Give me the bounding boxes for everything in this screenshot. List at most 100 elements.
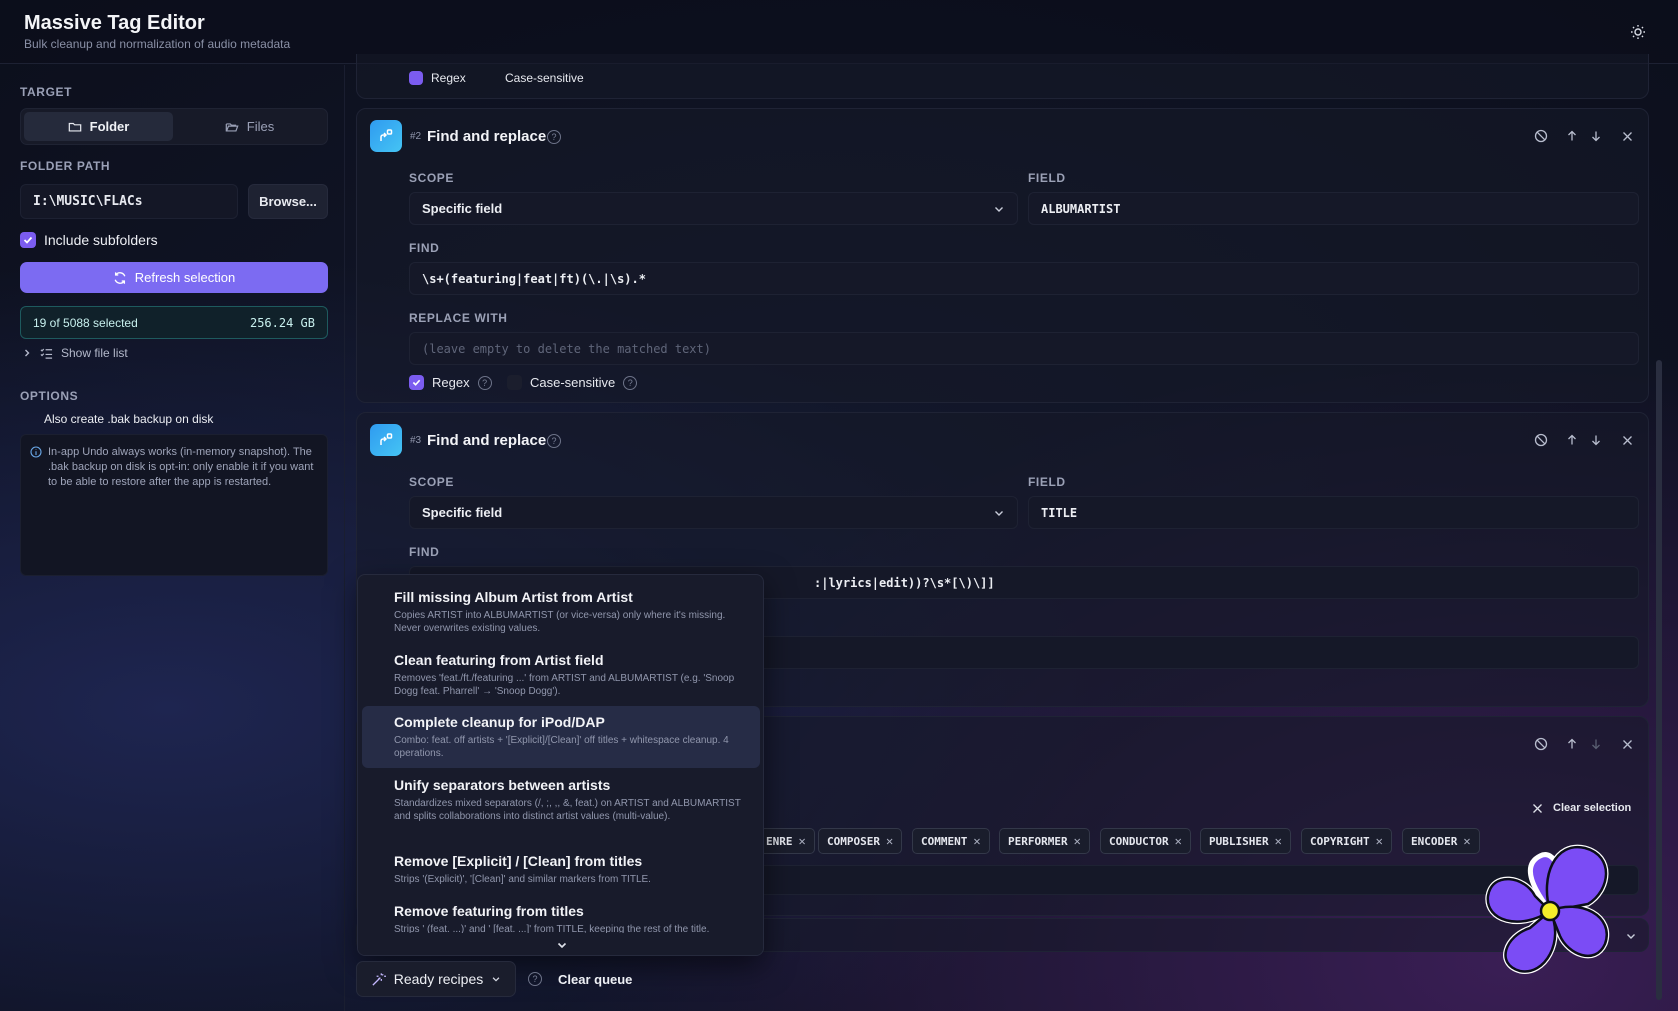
find-replace-op-icon — [370, 120, 402, 152]
recipe-item[interactable]: Remove [Explicit] / [Clean] from titles … — [362, 845, 760, 894]
field-tag: CONDUCTOR ✕ — [1100, 828, 1191, 854]
app-subtitle: Bulk cleanup and normalization of audio … — [24, 37, 291, 51]
op2-disable-button[interactable] — [1531, 126, 1551, 146]
op4-move-down-button[interactable] — [1586, 734, 1606, 754]
op1-regex-checkbox[interactable] — [409, 71, 423, 85]
op3-field-input[interactable]: TITLE — [1028, 496, 1639, 529]
op2-case-label: Case-sensitive — [530, 375, 616, 390]
op2-remove-button[interactable] — [1617, 126, 1637, 146]
recipe-item[interactable]: Unify separators between artists Standar… — [362, 769, 760, 831]
include-subfolders-label: Include subfolders — [44, 232, 158, 248]
close-icon — [1533, 803, 1542, 813]
op4-disable-button[interactable] — [1531, 734, 1551, 754]
operation-card-2: #2 Find and replace ? SCOPE Specific fie… — [356, 108, 1649, 403]
op1-case-label: Case-sensitive — [505, 71, 584, 85]
remove-tag-icon[interactable]: ✕ — [799, 834, 806, 848]
op1-case-row[interactable]: Case-sensitive — [505, 71, 584, 85]
op2-scope-select[interactable]: Specific field — [409, 192, 1018, 225]
field-tag: COPYRIGHT ✕ — [1301, 828, 1392, 854]
browse-button[interactable]: Browse... — [248, 184, 328, 219]
op2-regex-help-icon[interactable]: ? — [477, 375, 492, 390]
bak-option-checkbox[interactable] — [20, 411, 36, 427]
refresh-icon — [114, 271, 126, 284]
op3-scope-label: SCOPE — [409, 475, 455, 489]
remove-tag-icon[interactable]: ✕ — [973, 834, 980, 848]
op3-remove-button[interactable] — [1617, 430, 1637, 450]
remove-tag-icon[interactable]: ✕ — [1074, 834, 1081, 848]
bak-option-label: Also create .bak backup on disk — [44, 412, 214, 426]
recipe-item[interactable]: Clean featuring from Artist field Remove… — [362, 644, 760, 706]
ban-icon — [1534, 737, 1548, 751]
op2-case-row[interactable]: Case-sensitive ? — [507, 375, 638, 390]
ready-recipes-menu: Fill missing Album Artist from Artist Co… — [357, 574, 764, 956]
op3-scope-select[interactable]: Specific field — [409, 496, 1018, 529]
op4-move-up-button[interactable] — [1562, 734, 1582, 754]
main-scrollbar[interactable] — [1656, 360, 1662, 1000]
menu-scroll-down[interactable] — [358, 933, 763, 955]
close-icon — [1622, 739, 1632, 749]
info-icon — [30, 446, 42, 458]
op3-move-down-button[interactable] — [1586, 430, 1606, 450]
list-icon — [40, 348, 53, 359]
include-subfolders-checkbox[interactable] — [20, 232, 36, 248]
arrow-down-icon — [1592, 739, 1600, 750]
op3-move-up-button[interactable] — [1562, 430, 1582, 450]
remove-tag-icon[interactable]: ✕ — [1175, 834, 1182, 848]
arrow-up-icon — [1568, 130, 1576, 141]
remove-tag-icon[interactable]: ✕ — [1275, 834, 1282, 848]
target-label: TARGET — [20, 85, 73, 99]
folder-path-input[interactable]: I:\MUSIC\FLACs — [20, 184, 238, 219]
op1-regex-row[interactable]: Regex — [409, 71, 466, 85]
include-subfolders-row[interactable]: Include subfolders — [20, 232, 158, 248]
op4-remove-button[interactable] — [1617, 734, 1637, 754]
field-tag: PUBLISHER ✕ — [1200, 828, 1291, 854]
op2-replace-input[interactable]: (leave empty to delete the matched text) — [409, 332, 1639, 365]
ready-recipes-button[interactable]: Ready recipes — [356, 961, 516, 997]
op2-find-input[interactable]: \s+(featuring|feat|ft)(\.|\s).* — [409, 262, 1639, 295]
op2-case-help-icon[interactable]: ? — [623, 375, 638, 390]
recipes-help-icon[interactable]: ? — [528, 972, 542, 986]
folder-tab[interactable]: Folder — [24, 112, 173, 141]
op3-disable-button[interactable] — [1531, 430, 1551, 450]
chevron-down-icon — [995, 206, 1003, 212]
op1-regex-label: Regex — [431, 71, 466, 85]
clear-queue-button[interactable]: Clear queue — [558, 972, 632, 987]
op3-help-icon[interactable]: ? — [547, 434, 561, 448]
op2-replace-label: REPLACE WITH — [409, 311, 508, 325]
theme-toggle-button[interactable] — [1626, 20, 1650, 44]
op2-find-label: FIND — [409, 241, 440, 255]
undo-info-box: In-app Undo always works (in-memory snap… — [20, 434, 328, 576]
ban-icon — [1534, 433, 1548, 447]
recipe-item-highlighted[interactable]: Complete cleanup for iPod/DAP Combo: fea… — [362, 706, 760, 768]
target-segmented-control: Folder Files — [20, 108, 328, 145]
show-file-list-toggle[interactable]: Show file list — [22, 346, 128, 360]
op2-move-down-button[interactable] — [1586, 126, 1606, 146]
arrow-down-icon — [1592, 131, 1600, 142]
field-tag: COMMENT ✕ — [912, 828, 990, 854]
op2-move-up-button[interactable] — [1562, 126, 1582, 146]
check-icon — [23, 236, 33, 244]
clear-selection-button[interactable]: Clear selection — [1532, 802, 1631, 814]
op3-find-label: FIND — [409, 545, 440, 559]
app-title: Massive Tag Editor — [24, 12, 205, 34]
op5-expand-button[interactable] — [1621, 926, 1641, 946]
field-tag: ENCODER ✕ — [1402, 828, 1480, 854]
op2-regex-checkbox[interactable] — [409, 375, 424, 390]
refresh-selection-label: Refresh selection — [134, 270, 236, 285]
clear-selection-label: Clear selection — [1553, 802, 1632, 814]
files-tab[interactable]: Files — [175, 112, 324, 141]
replace-icon — [380, 129, 393, 141]
recipe-item[interactable]: Fill missing Album Artist from Artist Co… — [362, 581, 760, 643]
bak-option-row[interactable]: Also create .bak backup on disk — [20, 411, 213, 427]
op3-scope-value: Specific field — [422, 505, 503, 520]
remove-tag-icon[interactable]: ✕ — [1463, 834, 1470, 848]
arrow-up-icon — [1568, 434, 1576, 445]
remove-tag-icon[interactable]: ✕ — [886, 834, 893, 848]
op2-field-input[interactable]: ALBUMARTIST — [1028, 192, 1639, 225]
refresh-selection-button[interactable]: Refresh selection — [20, 262, 328, 293]
op2-help-icon[interactable]: ? — [547, 130, 561, 144]
files-tab-label: Files — [246, 119, 275, 134]
remove-tag-icon[interactable]: ✕ — [1376, 834, 1383, 848]
op2-case-checkbox[interactable] — [507, 375, 522, 390]
op2-regex-row[interactable]: Regex ? — [409, 375, 492, 390]
